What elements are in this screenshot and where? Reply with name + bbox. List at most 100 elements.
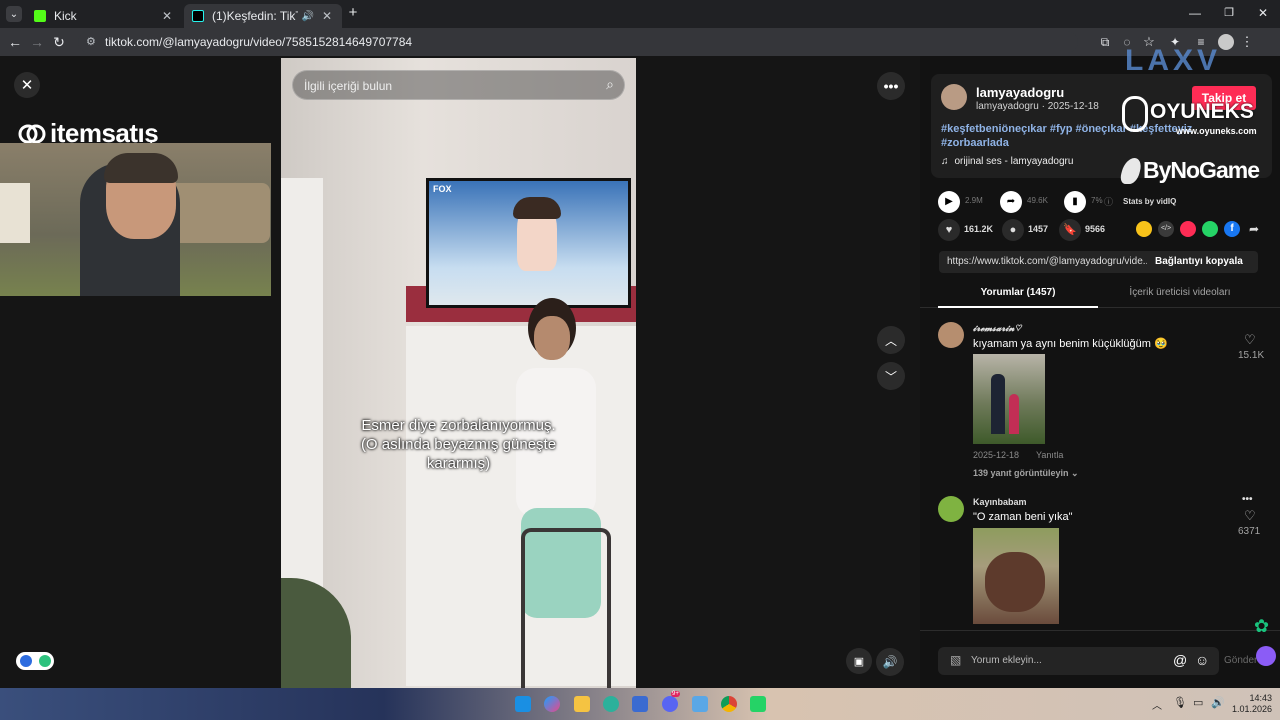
discord-icon[interactable] xyxy=(662,696,678,712)
commenter-avatar[interactable] xyxy=(938,496,964,522)
close-tab-icon[interactable]: ✕ xyxy=(160,9,174,23)
search-icon[interactable]: ⌕ xyxy=(606,76,614,93)
commenter-name[interactable]: Kayınbabam xyxy=(973,497,1027,507)
file-explorer-icon[interactable] xyxy=(574,696,590,712)
bynogame-logo: ByNoGame xyxy=(1118,157,1260,184)
author-username[interactable]: lamyayadogru xyxy=(976,85,1064,100)
commenter-name[interactable]: 𝓲𝓻𝓮𝓶𝓼𝓪𝓻𝓲𝓷♡ xyxy=(973,323,1021,334)
search-bar[interactable]: İlgili içeriği bulun ⌕ xyxy=(292,70,625,100)
chevron-up-icon: ︿ xyxy=(884,333,897,348)
tab-title: Kick xyxy=(54,9,77,23)
tab-kick[interactable]: Kick ✕ xyxy=(26,4,182,28)
url-text: tiktok.com/@lamyayadogru/video/758515281… xyxy=(105,35,413,49)
comment-like-count: 15.1K xyxy=(1238,350,1265,361)
send-comment-button[interactable]: Gönder xyxy=(1224,655,1257,666)
next-video-button[interactable]: ﹀ xyxy=(877,362,905,390)
volume-button[interactable]: 🔊 xyxy=(876,648,904,676)
reload-icon[interactable]: ↻ xyxy=(48,31,70,53)
comment-image[interactable] xyxy=(973,354,1045,444)
floating-widget[interactable] xyxy=(16,652,54,670)
site-info-icon[interactable]: ⚙ xyxy=(86,35,96,48)
embed-icon[interactable]: </> xyxy=(1158,221,1174,237)
minimize-icon[interactable]: — xyxy=(1178,0,1212,28)
more-horizontal-icon[interactable]: ••• xyxy=(1242,494,1253,505)
send-icon[interactable] xyxy=(1180,221,1196,237)
video-link-text[interactable]: https://www.tiktok.com/@lamyayadogru/vid… xyxy=(947,256,1147,267)
view-replies-button[interactable]: 139 yanıt görüntüleyin ⌄ xyxy=(973,468,1079,479)
whatsapp-taskbar-icon[interactable] xyxy=(750,696,766,712)
new-tab-button[interactable]: + xyxy=(345,5,361,21)
coin-icon[interactable] xyxy=(1136,221,1152,237)
caption-line: Esmer diye zorbalanıyormuş. xyxy=(361,417,556,434)
comments-list: 𝓲𝓻𝓮𝓶𝓼𝓪𝓻𝓲𝓷♡ kıyamam ya aynı benim küçüklü… xyxy=(920,312,1280,630)
browser-menu-icon[interactable]: ⋮ xyxy=(1238,34,1256,50)
copy-link-button[interactable]: Bağlantıyı kopyala xyxy=(1155,256,1243,267)
edge-icon[interactable] xyxy=(603,696,619,712)
close-window-icon[interactable]: ✕ xyxy=(1246,0,1280,28)
whatsapp-icon[interactable] xyxy=(1202,221,1218,237)
chevron-down-icon: ﹀ xyxy=(884,369,897,384)
speaker-icon[interactable]: 🔊 xyxy=(302,11,314,22)
play-widget-icon xyxy=(19,655,32,667)
more-options-button[interactable]: ••• xyxy=(877,72,905,100)
like-heart-icon[interactable]: ♡ xyxy=(1244,332,1256,348)
like-heart-icon[interactable]: ♡ xyxy=(1244,508,1256,524)
mention-icon[interactable]: @ xyxy=(1173,652,1187,668)
saves-count: 9566 xyxy=(1085,224,1106,234)
forward-icon[interactable]: → xyxy=(26,31,48,53)
tab-comments[interactable]: Yorumlar (1457) xyxy=(938,280,1098,308)
more-horizontal-icon: ••• xyxy=(883,78,899,94)
reply-button[interactable]: Yanıtla xyxy=(1036,450,1063,460)
comment-input[interactable]: ▧ Yorum ekleyin... @ ☺ xyxy=(938,647,1219,675)
oyuneks-mascot-icon xyxy=(1122,96,1148,132)
close-video-button[interactable]: ✕ xyxy=(14,72,40,98)
comment-text: "O zaman beni yıka" xyxy=(973,511,1073,523)
author-avatar[interactable] xyxy=(941,84,967,110)
app-icon[interactable] xyxy=(692,696,708,712)
tab-title: (1)Keşfedin: TikTok'ta favori xyxy=(212,9,298,23)
chrome-icon[interactable] xyxy=(721,696,737,712)
info-icon: ⓘ xyxy=(1104,197,1114,207)
network-icon[interactable]: ▭ xyxy=(1193,696,1203,709)
commenter-avatar[interactable] xyxy=(938,322,964,348)
comment-button[interactable]: ● xyxy=(1002,219,1024,241)
comment-date: 2025-12-18 xyxy=(973,450,1020,460)
search-input[interactable]: İlgili içeriği bulun xyxy=(304,79,392,93)
save-button[interactable]: 🔖 xyxy=(1059,219,1081,241)
caption-line: (O aslında beyazmış güneşte xyxy=(360,436,557,453)
copilot-icon[interactable] xyxy=(544,696,560,712)
sound-name: orijinal ses - lamyayadogru xyxy=(954,156,1074,167)
store-icon[interactable] xyxy=(632,696,648,712)
restore-icon[interactable]: ❐ xyxy=(1212,0,1246,28)
vidiq-label[interactable]: Stats by vidIQ xyxy=(1123,197,1176,206)
facebook-icon[interactable]: f xyxy=(1224,221,1240,237)
sticker-icon[interactable]: ▧ xyxy=(950,653,961,667)
address-bar[interactable]: ⚙ tiktok.com/@lamyayadogru/video/7585152… xyxy=(78,31,1078,53)
share-more-icon[interactable]: ➦ xyxy=(1246,221,1262,237)
comment-input-placeholder: Yorum ekleyin... xyxy=(971,655,1042,666)
video-player[interactable]: FOX İlgili içeriği bulun ⌕ Esmer diye zo… xyxy=(281,58,636,688)
tab-creator-videos[interactable]: İçerik üreticisi videoları xyxy=(1100,280,1260,308)
comment-like-count: 6371 xyxy=(1238,526,1261,537)
microphone-icon[interactable]: 🎙 xyxy=(1173,696,1187,709)
comment-image[interactable] xyxy=(973,528,1059,624)
tray-overflow-icon[interactable]: ︿ xyxy=(1152,697,1162,712)
start-button[interactable] xyxy=(515,696,531,712)
extension-bubble-icon[interactable] xyxy=(1256,646,1276,666)
tab-list-dropdown[interactable]: ⌄ xyxy=(6,6,22,22)
tv-logo: FOX xyxy=(433,184,452,194)
like-button[interactable]: ♥ xyxy=(938,219,960,241)
tab-tiktok[interactable]: (1)Keşfedin: TikTok'ta favori 🔊 ✕ xyxy=(184,4,342,28)
previous-video-button[interactable]: ︿ xyxy=(877,326,905,354)
sound-link[interactable]: ♫ orijinal ses - lamyayadogru xyxy=(941,156,1073,167)
emoji-icon[interactable]: ☺ xyxy=(1195,652,1209,668)
close-tab-icon[interactable]: ✕ xyxy=(320,9,334,23)
install-app-icon[interactable]: ⧉ xyxy=(1096,35,1114,50)
picture-in-picture-button[interactable]: ▣ xyxy=(846,648,872,674)
volume-tray-icon[interactable]: 🔊 xyxy=(1211,696,1225,709)
chevron-down-icon: ⌄ xyxy=(9,8,19,20)
clock[interactable]: 14:43 1.01.2026 xyxy=(1228,693,1272,715)
comments-count: 1457 xyxy=(1028,224,1049,234)
back-icon[interactable]: ← xyxy=(4,31,26,53)
assistant-icon[interactable]: ✿ xyxy=(1254,616,1269,637)
